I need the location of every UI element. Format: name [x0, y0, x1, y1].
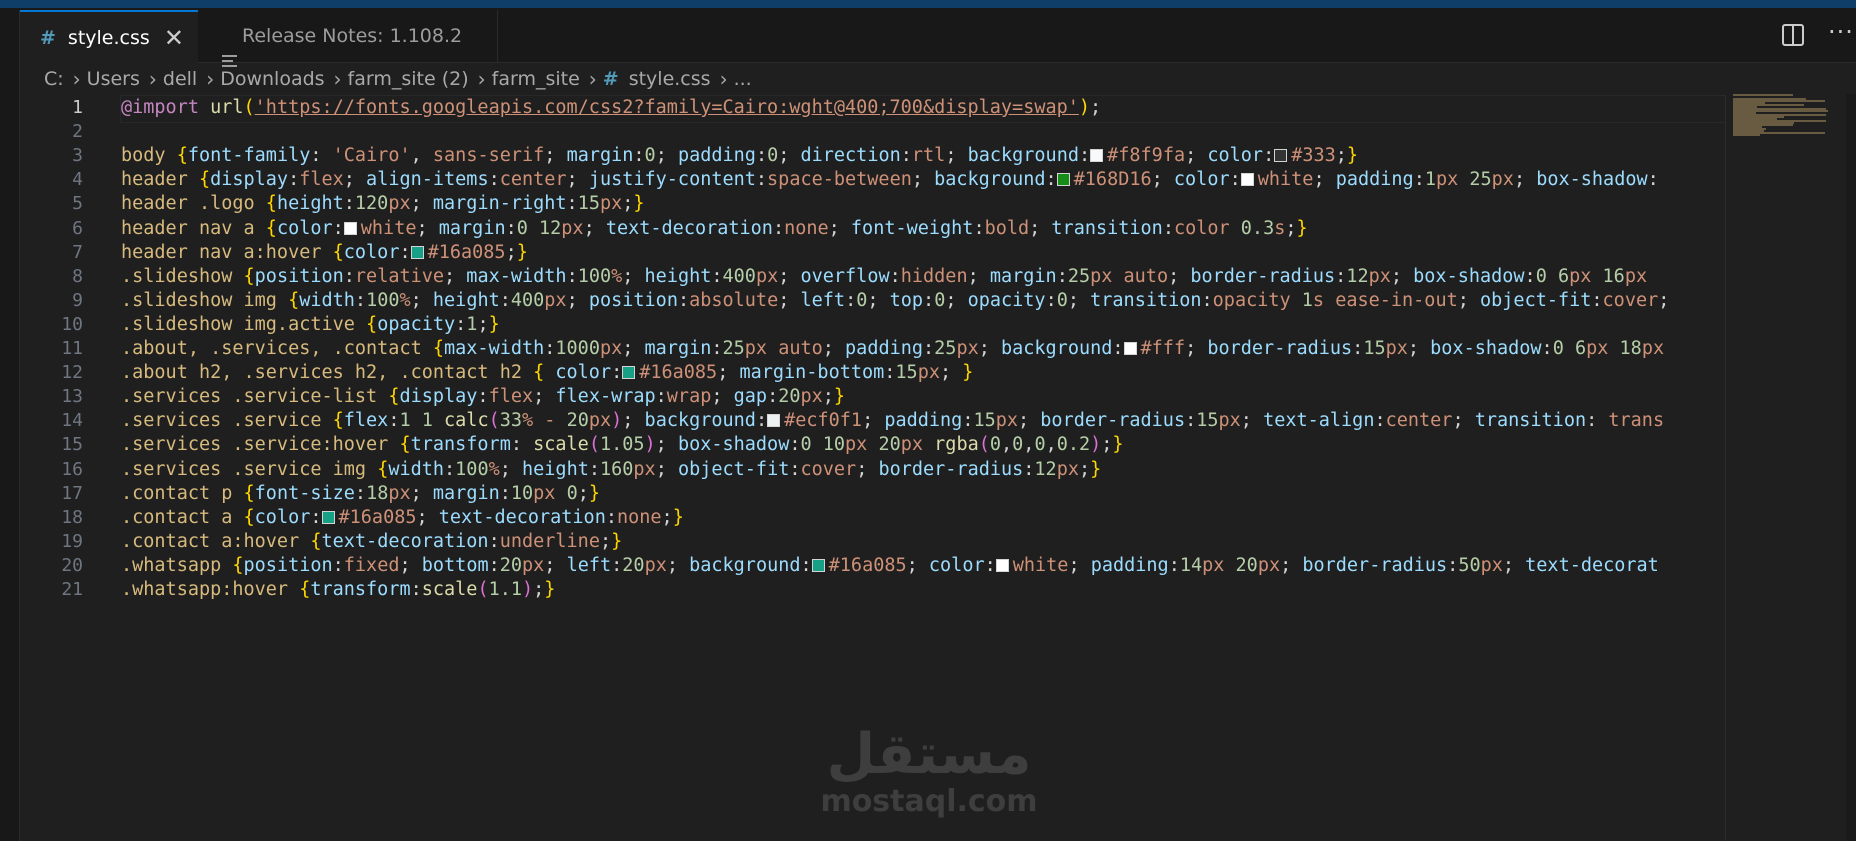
color-swatch[interactable]: [1240, 173, 1254, 187]
more-actions-icon[interactable]: ···: [1828, 18, 1854, 46]
css-hash-icon: #: [40, 26, 56, 49]
css-hash-icon: #: [602, 68, 619, 90]
vertical-scrollbar[interactable]: [1846, 94, 1856, 841]
breadcrumb-item[interactable]: farm_site: [492, 68, 580, 90]
color-swatch[interactable]: [321, 510, 335, 524]
editor-tab-bar: # style.css ✕ Release Notes: 1.108.2 ···: [20, 10, 1856, 67]
color-swatch[interactable]: [410, 245, 424, 259]
minimap[interactable]: [1733, 94, 1845, 138]
breadcrumb-item[interactable]: C:: [44, 68, 64, 90]
chevron-right-icon: ›: [206, 67, 215, 91]
breadcrumb-item[interactable]: dell: [163, 68, 197, 90]
minimap-line: [1733, 134, 1760, 136]
tab-style-css[interactable]: # style.css ✕: [20, 10, 198, 63]
line-number: 21: [61, 579, 83, 600]
watermark-arabic: مستقل: [826, 722, 1032, 787]
split-editor-icon[interactable]: [1782, 24, 1804, 46]
tab-label: Release Notes: 1.108.2: [242, 25, 463, 47]
breadcrumb: C: › Users › dell › Downloads › farm_site (2…: [44, 66, 752, 92]
color-swatch[interactable]: [622, 366, 636, 380]
chevron-right-icon: ›: [477, 67, 486, 91]
breadcrumb-item[interactable]: ...: [734, 68, 752, 90]
chevron-right-icon: ›: [72, 67, 81, 91]
chevron-right-icon: ›: [719, 67, 728, 91]
color-swatch[interactable]: [343, 221, 357, 235]
close-icon[interactable]: ✕: [164, 24, 184, 52]
title-bar: [0, 0, 1856, 8]
watermark-logo: مستقل mostaql.com: [818, 725, 1040, 819]
breadcrumb-item[interactable]: Users: [87, 68, 140, 90]
minimap-divider: [1725, 95, 1726, 841]
tab-release-notes[interactable]: Release Notes: 1.108.2: [198, 10, 498, 67]
color-swatch[interactable]: [1123, 342, 1137, 355]
chevron-right-icon: ›: [333, 67, 342, 91]
breadcrumb-item[interactable]: style.css: [629, 68, 711, 90]
breadcrumb-item[interactable]: farm_site (2): [348, 68, 469, 90]
minimap-line: [1733, 94, 1793, 96]
chevron-right-icon: ›: [148, 67, 157, 91]
code-line[interactable]: .whatsapp:hover {transform:scale(1.1);}: [121, 576, 555, 604]
color-swatch[interactable]: [995, 558, 1009, 572]
chevron-right-icon: ›: [588, 67, 597, 91]
code-line[interactable]: @import url('https://fonts.googleapis.co…: [121, 95, 1101, 122]
breadcrumb-item[interactable]: Downloads: [220, 68, 324, 90]
color-swatch[interactable]: [1056, 173, 1070, 187]
tab-label: style.css: [67, 26, 150, 49]
color-swatch[interactable]: [811, 558, 825, 572]
color-swatch[interactable]: [767, 414, 781, 428]
color-swatch[interactable]: [1274, 149, 1288, 163]
color-swatch[interactable]: [1090, 149, 1104, 163]
watermark-latin: mostaql.com: [820, 784, 1038, 819]
activity-bar-edge: [0, 10, 20, 841]
